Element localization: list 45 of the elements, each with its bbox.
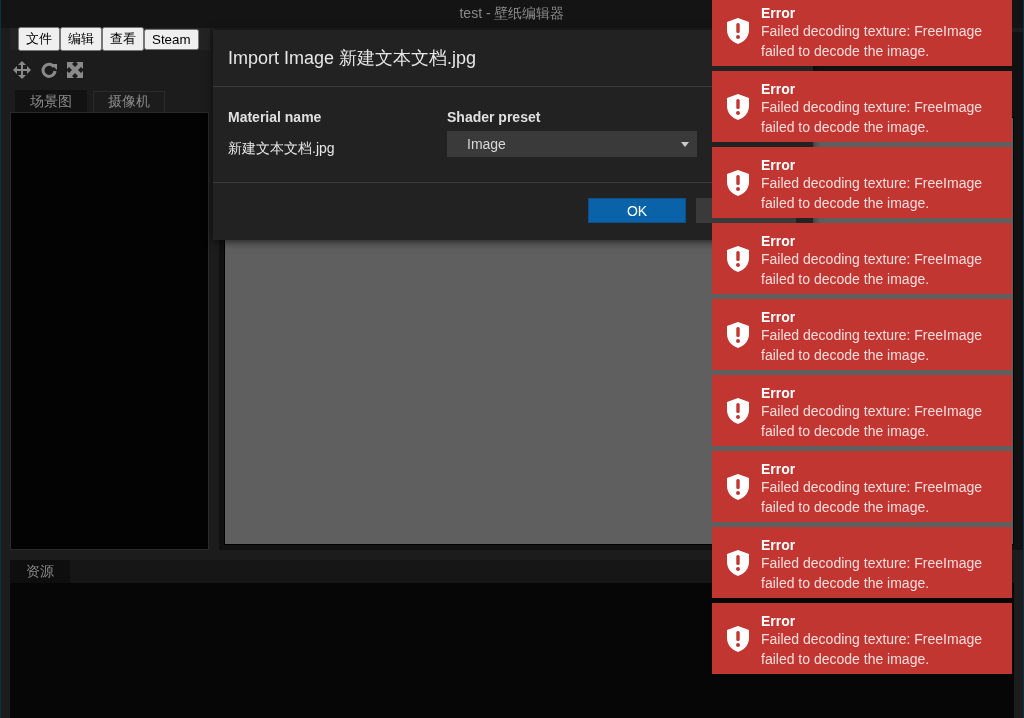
notification-title: Error bbox=[761, 536, 797, 553]
shield-alert-icon bbox=[727, 473, 749, 500]
shield-alert-icon bbox=[727, 169, 749, 196]
notification-title: Error bbox=[761, 80, 797, 97]
menu-item[interactable]: 查看 bbox=[102, 27, 144, 51]
notification-title: Error bbox=[761, 460, 797, 477]
tab[interactable]: 场景图 bbox=[15, 90, 87, 112]
notification-message: Failed decoding texture: FreeImage failed to decode the image. bbox=[761, 325, 983, 365]
expand-icon[interactable] bbox=[66, 61, 84, 79]
ok-button[interactable]: OK bbox=[588, 198, 686, 223]
notification-title: Error bbox=[761, 232, 797, 249]
notification-title: Error bbox=[761, 612, 797, 629]
notification-message: Failed decoding texture: FreeImage failed to decode the image. bbox=[761, 629, 983, 669]
window-title: test - 壁纸编辑器 bbox=[459, 5, 565, 23]
caret-icon bbox=[681, 141, 689, 147]
shield-alert-icon bbox=[727, 549, 749, 576]
notification-title: Error bbox=[761, 384, 797, 401]
notification-title: Error bbox=[761, 308, 797, 325]
notification-message: Failed decoding texture: FreeImage failed to decode the image. bbox=[761, 173, 983, 213]
notification-title: Error bbox=[761, 4, 797, 21]
notification-message: Failed decoding texture: FreeImage failed to decode the image. bbox=[761, 401, 983, 441]
notification-message: Failed decoding texture: FreeImage failed to decode the image. bbox=[761, 477, 983, 517]
shield-alert-icon bbox=[727, 397, 749, 424]
notification-title: Error bbox=[761, 156, 797, 173]
tab[interactable]: 资源 bbox=[10, 560, 70, 583]
shield-alert-icon bbox=[727, 93, 749, 120]
shield-alert-icon bbox=[727, 245, 749, 272]
field-label: Shader preset bbox=[447, 109, 542, 127]
menu-item[interactable]: 文件 bbox=[18, 27, 60, 51]
notification-message: Failed decoding texture: FreeImage failed to decode the image. bbox=[761, 249, 983, 289]
refresh-icon[interactable] bbox=[40, 61, 58, 79]
notification-message: Failed decoding texture: FreeImage failed to decode the image. bbox=[761, 97, 983, 137]
tab[interactable]: 摄像机 bbox=[93, 91, 165, 112]
shield-alert-icon bbox=[727, 625, 749, 652]
dialog-title: Import Image 新建文本文档.jpg bbox=[228, 47, 477, 70]
menu-item[interactable]: Steam bbox=[144, 28, 199, 50]
notification-message: Failed decoding texture: FreeImage failed to decode the image. bbox=[761, 553, 983, 593]
menu-item[interactable]: 编辑 bbox=[60, 27, 102, 51]
shader-dropdown[interactable]: Image bbox=[447, 131, 697, 157]
field-value: 新建文本文档.jpg bbox=[228, 140, 336, 158]
notification-message: Failed decoding texture: FreeImage failed to decode the image. bbox=[761, 21, 983, 61]
field-label: Material name bbox=[228, 109, 323, 127]
move-icon[interactable] bbox=[12, 60, 32, 80]
shield-alert-icon bbox=[727, 321, 749, 348]
shield-alert-icon bbox=[727, 17, 749, 44]
